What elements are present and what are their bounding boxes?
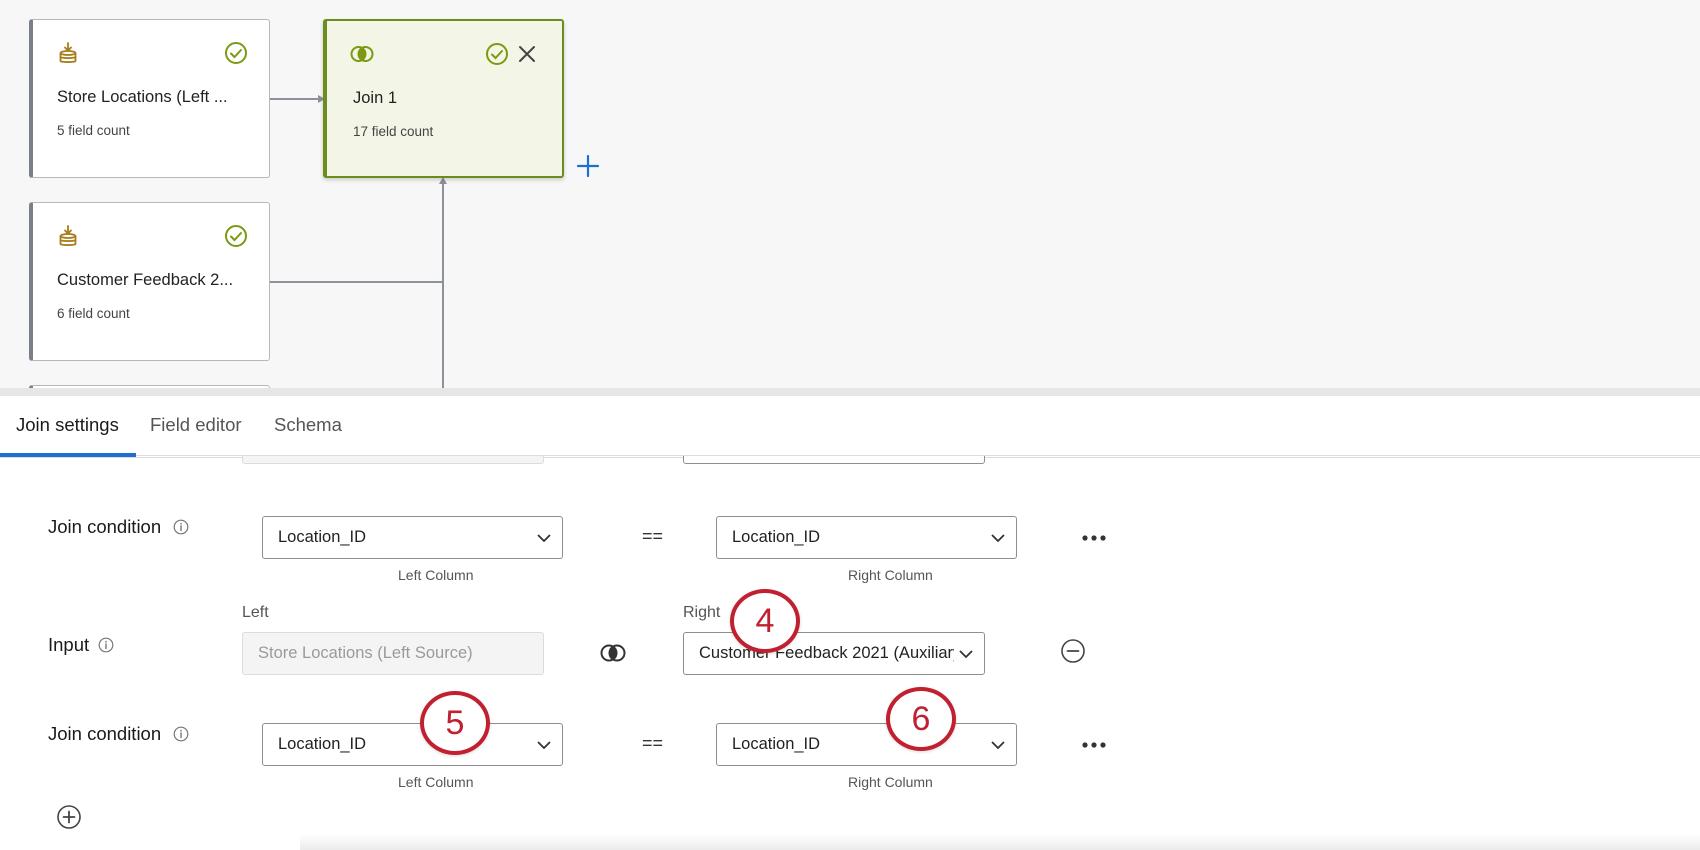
condition2-left-column-select[interactable]: Location_ID — [262, 723, 563, 766]
chevron-down-icon — [537, 741, 551, 750]
input-label: Input — [48, 634, 90, 655]
info-icon[interactable] — [173, 726, 189, 742]
right-source-select[interactable]: Customer Feedback 2021 (Auxiliary Source… — [683, 632, 985, 675]
node-title: Store Locations (Left ... — [57, 88, 228, 106]
more-options-icon[interactable] — [1082, 533, 1106, 543]
node-join-1[interactable]: Join 1 17 field count — [323, 19, 564, 178]
right-column-caption: Right Column — [848, 567, 933, 583]
chevron-down-icon — [991, 534, 1005, 543]
callout-badge: 5 — [420, 691, 490, 755]
node-field-count: 17 field count — [353, 124, 434, 139]
tab-join-settings[interactable]: Join settings — [16, 414, 119, 436]
check-circle-icon — [225, 225, 247, 247]
check-circle-icon — [225, 42, 247, 64]
more-options-icon[interactable] — [1082, 740, 1106, 750]
node-title: Join 1 — [353, 89, 398, 107]
left-source-input: Store Locations (Left Source) — [242, 632, 544, 675]
callout-badge: 6 — [886, 687, 956, 751]
chevron-down-icon — [537, 534, 551, 543]
node-store-locations[interactable]: Store Locations (Left ... 5 field count — [29, 19, 270, 178]
node-title: Customer Feedback 2... — [57, 271, 234, 289]
join-condition-label: Join condition — [48, 723, 162, 744]
condition1-right-column-select[interactable]: Location_ID — [716, 516, 1017, 559]
chevron-down-icon — [991, 741, 1005, 750]
right-input-label: Right — [683, 604, 721, 621]
condition1-left-column-select[interactable]: Location_ID — [262, 516, 563, 559]
join-type-venn-icon[interactable] — [600, 643, 626, 663]
join-condition-label: Join condition — [48, 516, 162, 537]
left-column-caption: Left Column — [398, 774, 474, 790]
add-node-plus-icon[interactable] — [574, 152, 602, 180]
active-tab-indicator — [0, 453, 136, 457]
data-source-icon — [59, 42, 77, 63]
equals-operator: == — [642, 526, 664, 546]
equals-operator: == — [642, 733, 664, 753]
left-column-caption: Left Column — [398, 567, 474, 583]
tab-field-editor[interactable]: Field editor — [150, 414, 242, 436]
data-source-icon — [59, 225, 77, 246]
chevron-down-icon — [959, 650, 973, 659]
info-icon[interactable] — [173, 519, 189, 535]
node-field-count: 5 field count — [57, 123, 130, 138]
settings-panel: Join settings Field editor Schema Join s… — [0, 396, 1700, 850]
tab-schema[interactable]: Schema — [274, 414, 342, 436]
select-value: Location_ID — [278, 528, 367, 546]
left-input-label: Left — [242, 604, 269, 621]
select-value: Location_ID — [732, 528, 821, 546]
close-icon[interactable] — [516, 43, 538, 65]
select-value: Location_ID — [278, 735, 367, 753]
info-icon[interactable] — [98, 637, 114, 653]
callout-badge: 4 — [730, 589, 800, 653]
node-field-count: 6 field count — [57, 306, 130, 321]
select-value: Store Locations (Left Source) — [258, 644, 473, 662]
connector-arrowhead — [439, 177, 447, 184]
panel-tabs-cover: Join settings Field editor Schema — [0, 396, 1700, 457]
remove-input-icon[interactable] — [1060, 638, 1086, 664]
pipeline-canvas[interactable]: Store Locations (Left ... 5 field count … — [0, 0, 1700, 390]
add-condition-plus-icon[interactable] — [56, 804, 82, 830]
node-customer-feedback[interactable]: Customer Feedback 2... 6 field count — [29, 202, 270, 361]
condition2-right-column-select[interactable]: Location_ID — [716, 723, 1017, 766]
check-circle-icon — [486, 43, 508, 65]
bottom-shadow — [300, 834, 1700, 850]
panel-resize-handle[interactable] — [0, 388, 1700, 396]
right-column-caption: Right Column — [848, 774, 933, 790]
join-venn-icon — [350, 46, 374, 62]
